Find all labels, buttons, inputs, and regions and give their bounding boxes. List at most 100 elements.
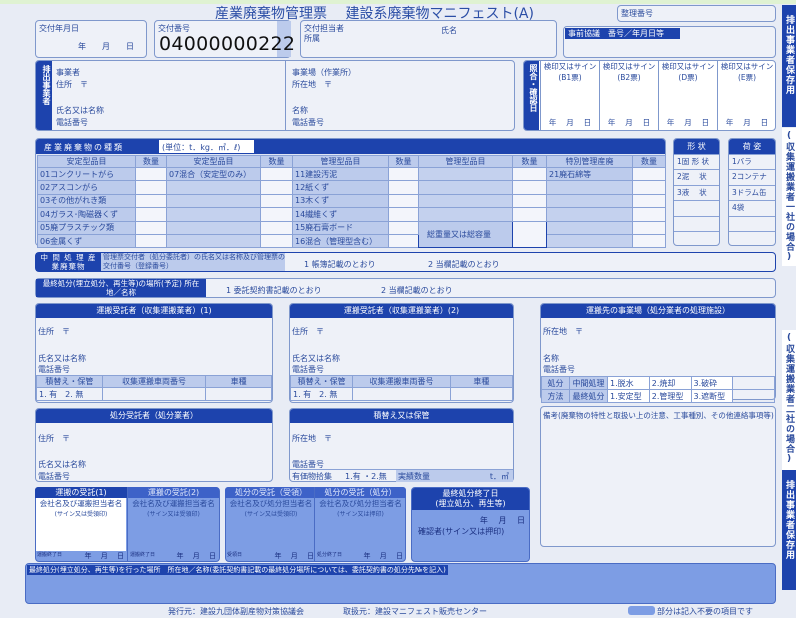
remarks-field[interactable]: 備考(廃棄物の特性と取扱い上の注意、工事種別、その他連絡事項等) — [540, 406, 776, 547]
quantity-cell[interactable] — [632, 220, 666, 235]
final-end-confirm[interactable]: 確認者(サイン又は押印) — [418, 526, 504, 537]
quantity-cell[interactable] — [135, 193, 167, 209]
quantity-cell[interactable] — [388, 193, 419, 209]
verification-cell[interactable]: 検印又はサイン (B2票) 年 月 日 — [599, 61, 658, 130]
final-place-option-1[interactable]: 1 委託契約書記載のとおり — [226, 285, 322, 296]
intermediate-option-1[interactable]: 1 帳簿記載のとおり — [304, 259, 376, 270]
method-option[interactable]: 3.遮断型 — [690, 389, 734, 403]
receipt-cell[interactable]: 処分の受託（受領） 会社名及び処分担当者名 (サイン又は受領印) 受領日 年 月 日 — [225, 487, 317, 562]
seiri-number-field[interactable]: 整理番号 — [617, 5, 776, 22]
quantity-cell[interactable] — [260, 180, 293, 195]
quantity-cell[interactable] — [388, 220, 419, 235]
quantity-cell[interactable] — [260, 220, 293, 235]
method-option[interactable]: 1.安定型 — [607, 389, 650, 403]
final-disposal-done-field[interactable]: 最終処分(埋立処分、再生等)を行った場所 所在地／名称(委託契約書記載の最終処分… — [25, 563, 776, 604]
quantity-cell[interactable] — [632, 193, 666, 209]
legend-swatch — [628, 606, 655, 615]
verification-cell[interactable]: 検印又はサイン (B1票) 年 月 日 — [540, 61, 599, 130]
receipt-cell[interactable]: 運搬の受託(1) 会社名及び運搬担当者名 (サイン又は受領印) 運搬終了日 年 月 日 — [35, 487, 127, 562]
quantity-cell[interactable] — [135, 166, 167, 182]
transfer-option[interactable]: 1. 有 2. 無 — [289, 387, 354, 401]
site-name-field[interactable]: 名称 — [292, 105, 308, 116]
method-option[interactable]: 3.破砕 — [690, 376, 734, 390]
valuables-option[interactable]: 1.有 ・2.無 — [345, 471, 387, 482]
receipt-body: 会社名及び処分担当者名 (サイン又は押印) — [315, 498, 406, 551]
package-option[interactable]: 2コンテナ — [729, 169, 775, 184]
quantity-cell[interactable] — [135, 233, 167, 249]
actual-quantity-field[interactable]: 実績数量 t．㎥ — [396, 470, 513, 482]
quantity-cell[interactable] — [260, 207, 293, 222]
receipt-cell[interactable]: 運搬の受託(2) 会社名及び運搬担当者名 (サイン又は受領印) 運搬終了日 年 月 日 — [127, 487, 219, 562]
quantity-cell[interactable] — [388, 233, 419, 249]
receipt-date[interactable]: 年 月 日 — [177, 551, 216, 561]
final-end-date[interactable]: 年 月 日 — [480, 515, 525, 526]
verification-cell[interactable]: 検印又はサイン (D票) 年 月 日 — [658, 61, 717, 130]
destination-phone[interactable]: 電話番号 — [543, 364, 575, 375]
quantity-cell[interactable] — [260, 166, 293, 182]
quantity-cell[interactable] — [388, 166, 419, 182]
method-option[interactable]: 1.脱水 — [607, 376, 650, 390]
destination-name[interactable]: 名称 — [543, 353, 559, 364]
emitter-address-field[interactable]: 住所 〒 — [56, 79, 88, 90]
carrier-2-phone[interactable]: 電話番号 — [292, 364, 324, 375]
disposer-section: 処分受託者（処分業者） 住所 〒 氏名又は名称 電話番号 — [35, 408, 273, 482]
carrier-2-address[interactable]: 住所 〒 — [292, 326, 324, 337]
quantity-cell[interactable] — [135, 207, 167, 222]
package-option[interactable]: 3ドラム缶 — [729, 184, 775, 200]
issue-date-field[interactable]: 交付年月日 年 月 日 — [35, 20, 147, 58]
quantity-cell[interactable] — [632, 180, 666, 195]
prior-consultation-field[interactable]: 事前協議 番号／年月日等 — [563, 26, 776, 58]
site-phone-field[interactable]: 電話番号 — [292, 117, 324, 128]
package-option[interactable]: 4袋 — [729, 200, 775, 215]
vehicle-number-cell[interactable] — [352, 387, 451, 401]
quantity-cell[interactable] — [512, 180, 547, 195]
quantity-cell[interactable] — [632, 166, 666, 182]
quantity-cell[interactable] — [260, 233, 293, 249]
final-place-option-2[interactable]: 2 当欄記載のとおり — [381, 285, 453, 296]
receipt-sub: 会社名及び処分担当者名 — [319, 499, 402, 508]
shape-option[interactable]: 1固 形 状 — [674, 154, 719, 169]
vehicle-number-cell[interactable] — [101, 387, 207, 401]
disposer-address[interactable]: 住所 〒 — [38, 433, 70, 444]
vehicle-type-cell[interactable] — [449, 387, 514, 401]
quantity-cell[interactable] — [135, 220, 167, 235]
quantity-cell[interactable] — [512, 220, 547, 249]
shape-option[interactable]: 2泥 状 — [674, 169, 719, 184]
receipt-cell[interactable]: 処分の受託（処分） 会社名及び処分担当者名 (サイン又は押印) 処分終了日 年 月 日 — [314, 487, 406, 562]
quantity-cell[interactable] — [632, 207, 666, 222]
receipt-date[interactable]: 年 月 日 — [85, 551, 124, 561]
issue-number-field[interactable]: 交付番号 04000000222 — [154, 20, 295, 58]
issue-number: 04000000222 — [159, 33, 296, 55]
quantity-cell[interactable] — [632, 233, 666, 249]
quantity-cell[interactable] — [512, 166, 547, 182]
disposer-phone[interactable]: 電話番号 — [38, 471, 70, 482]
intermediate-option-2[interactable]: 2 当欄記載のとおり — [428, 259, 500, 270]
verification-cell[interactable]: 検印又はサイン (E票) 年 月 日 — [717, 61, 776, 130]
carrier-1-phone[interactable]: 電話番号 — [38, 364, 70, 375]
quantity-cell[interactable] — [388, 207, 419, 222]
method-option[interactable]: 2.管理型 — [648, 389, 692, 403]
disposer-name[interactable]: 氏名又は名称 — [38, 459, 86, 470]
transfer-option[interactable]: 1. 有 2. 無 — [36, 387, 103, 401]
receipt-date[interactable]: 年 月 日 — [364, 551, 403, 561]
receipt-date[interactable]: 年 月 日 — [275, 551, 314, 561]
method-option[interactable]: 2.焼却 — [648, 376, 692, 390]
storage-address[interactable]: 所在地 〒 — [292, 433, 332, 444]
issuing-staff-field[interactable]: 交付担当者 所属 氏名 — [300, 20, 557, 58]
carrier-1-name[interactable]: 氏名又は名称 — [38, 353, 86, 364]
side-tab-two-carriers: (収集運搬業者二社の場合) — [782, 330, 796, 470]
quantity-cell[interactable] — [260, 193, 293, 209]
shape-option[interactable]: 3液 状 — [674, 184, 719, 200]
quantity-cell[interactable] — [512, 193, 547, 209]
vehicle-type-cell[interactable] — [205, 387, 272, 401]
package-option[interactable]: 1バラ — [729, 154, 775, 169]
site-address-field[interactable]: 所在地 〒 — [292, 79, 332, 90]
destination-address[interactable]: 所在地 〒 — [543, 326, 583, 337]
emitter-name-field[interactable]: 氏名又は名称 — [56, 105, 104, 116]
carrier-1-address[interactable]: 住所 〒 — [38, 326, 70, 337]
carrier-2-name[interactable]: 氏名又は名称 — [292, 353, 340, 364]
quantity-cell[interactable] — [135, 180, 167, 195]
emitter-phone-field[interactable]: 電話番号 — [56, 117, 88, 128]
quantity-cell[interactable] — [388, 180, 419, 195]
quantity-cell[interactable] — [512, 207, 547, 222]
